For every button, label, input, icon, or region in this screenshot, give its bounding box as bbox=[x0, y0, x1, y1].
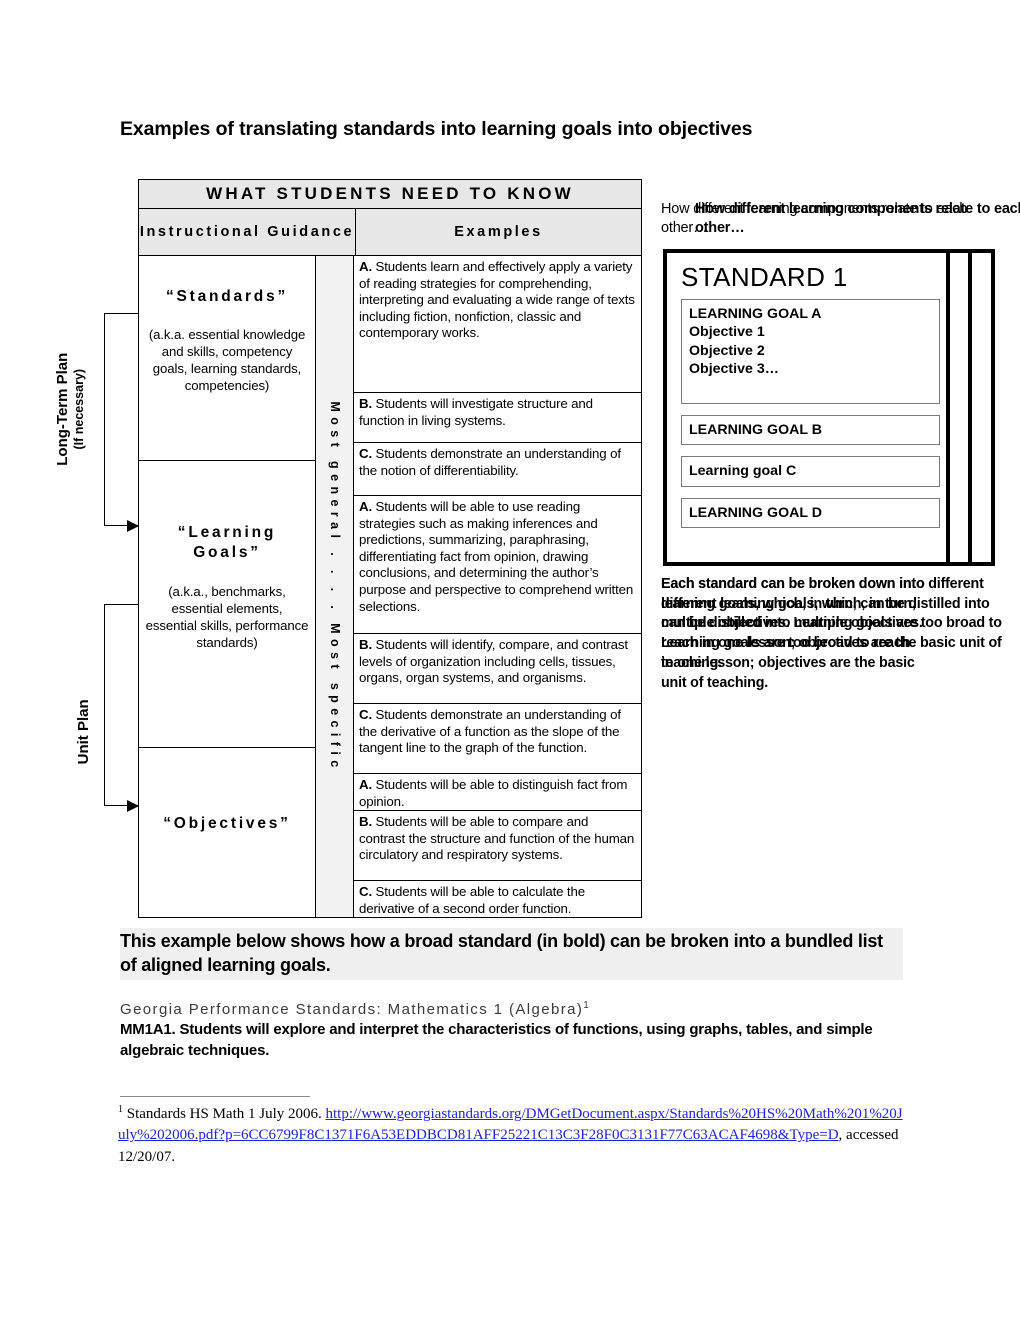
example-cell: C. Students will be able to calculate th… bbox=[354, 881, 641, 917]
standard-card-content: STANDARD 1 LEARNING GOAL A Objective 1 O… bbox=[681, 263, 940, 539]
example-letter: A. bbox=[359, 259, 372, 274]
example-text: Students demonstrate an understanding of… bbox=[359, 446, 621, 478]
example-letter: A. bbox=[359, 777, 372, 792]
what-students-need-to-know-table: WHAT STUDENTS NEED TO KNOW Instructional… bbox=[138, 179, 642, 918]
right-panel-caption: How different learning components relate… bbox=[661, 200, 1020, 240]
example-cell: A. Students will be able to distinguish … bbox=[354, 774, 641, 811]
standard-title: STANDARD 1 bbox=[681, 262, 848, 292]
table-banner: WHAT STUDENTS NEED TO KNOW bbox=[139, 180, 641, 209]
example-text: Students demonstrate an understanding of… bbox=[359, 707, 621, 756]
right-panel-note: Each standard can be broken down into di… bbox=[661, 575, 1020, 691]
example-text: Students will be able to use reading str… bbox=[359, 499, 634, 614]
learning-goal-c-label: Learning goal C bbox=[689, 463, 797, 480]
footnote-ref: 1 bbox=[583, 1000, 589, 1011]
example-letter: C. bbox=[359, 707, 372, 722]
standard-card-front: STANDARD 1 LEARNING GOAL A Objective 1 O… bbox=[663, 249, 950, 566]
example-cell: C. Students demonstrate an understanding… bbox=[354, 704, 641, 774]
unit-plan-label: Unit Plan bbox=[75, 699, 93, 765]
column-header-examples: Examples bbox=[454, 224, 543, 240]
table-body: “Standards” (a.k.a. essential knowledge … bbox=[139, 256, 641, 917]
table-header-row: Instructional Guidance Examples bbox=[139, 209, 641, 256]
example-cell: A. Students learn and effectively apply … bbox=[354, 256, 641, 393]
unit-plan-bracket bbox=[104, 604, 139, 812]
example-text: Students will be able to compare and con… bbox=[359, 814, 635, 863]
example-letter: B. bbox=[359, 637, 372, 652]
footnote-separator bbox=[120, 1096, 310, 1097]
example-text: Students learn and effectively apply a v… bbox=[359, 259, 635, 341]
learning-goal-b-label: LEARNING GOAL B bbox=[689, 421, 822, 438]
objective-1: Objective 1 bbox=[689, 324, 765, 341]
page-title: Examples of translating standards into l… bbox=[120, 118, 753, 140]
standard-stack-diagram: STANDARD 1 LEARNING GOAL A Objective 1 O… bbox=[663, 249, 995, 566]
learning-goal-d-box: LEARNING GOAL D bbox=[681, 497, 940, 528]
example-cell: B. Students will investigate structure a… bbox=[354, 393, 641, 443]
example-letter: C. bbox=[359, 884, 372, 899]
example-cell: B. Students will identify, compare, and … bbox=[354, 634, 641, 704]
footnote: 1 Standards HS Math 1 July 2006. http://… bbox=[118, 1103, 908, 1168]
guidance-title-learning-goals: “Learning Goals” bbox=[177, 524, 277, 562]
column-instructional-guidance: “Standards” (a.k.a. essential knowledge … bbox=[139, 256, 316, 917]
long-term-plan-bracket bbox=[104, 313, 139, 532]
example-callout: This example below shows how a broad sta… bbox=[120, 928, 903, 980]
learning-goal-a-box: LEARNING GOAL A Objective 1 Objective 2 … bbox=[681, 298, 940, 404]
learning-goal-c-box: Learning goal C bbox=[681, 456, 940, 487]
example-text: Students will identify, compare, and con… bbox=[359, 637, 628, 686]
guidance-cell-standards: “Standards” (a.k.a. essential knowledge … bbox=[139, 256, 315, 461]
example-letter: B. bbox=[359, 814, 372, 829]
example-cell: B. Students will be able to compare and … bbox=[354, 811, 641, 881]
example-letter: B. bbox=[359, 396, 372, 411]
example-text: Students will be able to distinguish fac… bbox=[359, 777, 628, 809]
guidance-subtitle-learning-goals: (a.k.a., benchmarks, essential elements,… bbox=[145, 583, 309, 650]
example-letter: C. bbox=[359, 446, 372, 461]
example-text: Students will be able to calculate the d… bbox=[359, 884, 585, 916]
example-cell: C. Students demonstrate an understanding… bbox=[354, 443, 641, 496]
learning-goal-b-box: LEARNING GOAL B bbox=[681, 414, 940, 446]
long-term-plan-label: Long-Term Plan (If necessary) bbox=[54, 329, 86, 489]
long-term-plan-label-main: Long-Term Plan bbox=[53, 352, 71, 466]
column-generality-scale: Most general . . . . Most specific bbox=[316, 256, 354, 917]
example-cell: A. Students will be able to use reading … bbox=[354, 496, 641, 634]
guidance-cell-objectives: “Objectives” bbox=[139, 748, 315, 885]
footnote-prefix: Standards HS Math 1 July 2006. bbox=[123, 1106, 326, 1122]
objective-2: Objective 2 bbox=[689, 342, 765, 359]
gps-source-label: Georgia Performance Standards: Mathemati… bbox=[120, 1000, 820, 1018]
gps-source-text: Georgia Performance Standards: Mathemati… bbox=[120, 1001, 584, 1018]
column-header-instructional-guidance: Instructional Guidance bbox=[139, 209, 356, 255]
example-text: Students will investigate structure and … bbox=[359, 396, 593, 428]
generality-scale-label: Most general . . . . Most specific bbox=[327, 400, 342, 773]
right-panel-caption-bold: How different learning components relate… bbox=[695, 201, 1020, 237]
column-examples: A. Students learn and effectively apply … bbox=[354, 256, 641, 917]
guidance-title-objectives: “Objectives” bbox=[163, 815, 291, 832]
objective-3: Objective 3… bbox=[689, 360, 779, 377]
learning-goal-d-label: LEARNING GOAL D bbox=[689, 504, 822, 521]
mm1a1-standard-text: MM1A1. Students will explore and interpr… bbox=[120, 1021, 873, 1059]
guidance-cell-learning-goals: “Learning Goals” (a.k.a., benchmarks, es… bbox=[139, 461, 315, 748]
guidance-title-standards: “Standards” bbox=[165, 288, 289, 305]
right-panel-note-narrow: Each standard can be broken down into di… bbox=[661, 576, 925, 691]
guidance-subtitle-standards: (a.k.a. essential knowledge and skills, … bbox=[148, 327, 306, 394]
example-letter: A. bbox=[359, 499, 372, 514]
long-term-plan-label-sub: (If necessary) bbox=[71, 368, 86, 450]
learning-goal-a-label: LEARNING GOAL A bbox=[689, 305, 822, 322]
